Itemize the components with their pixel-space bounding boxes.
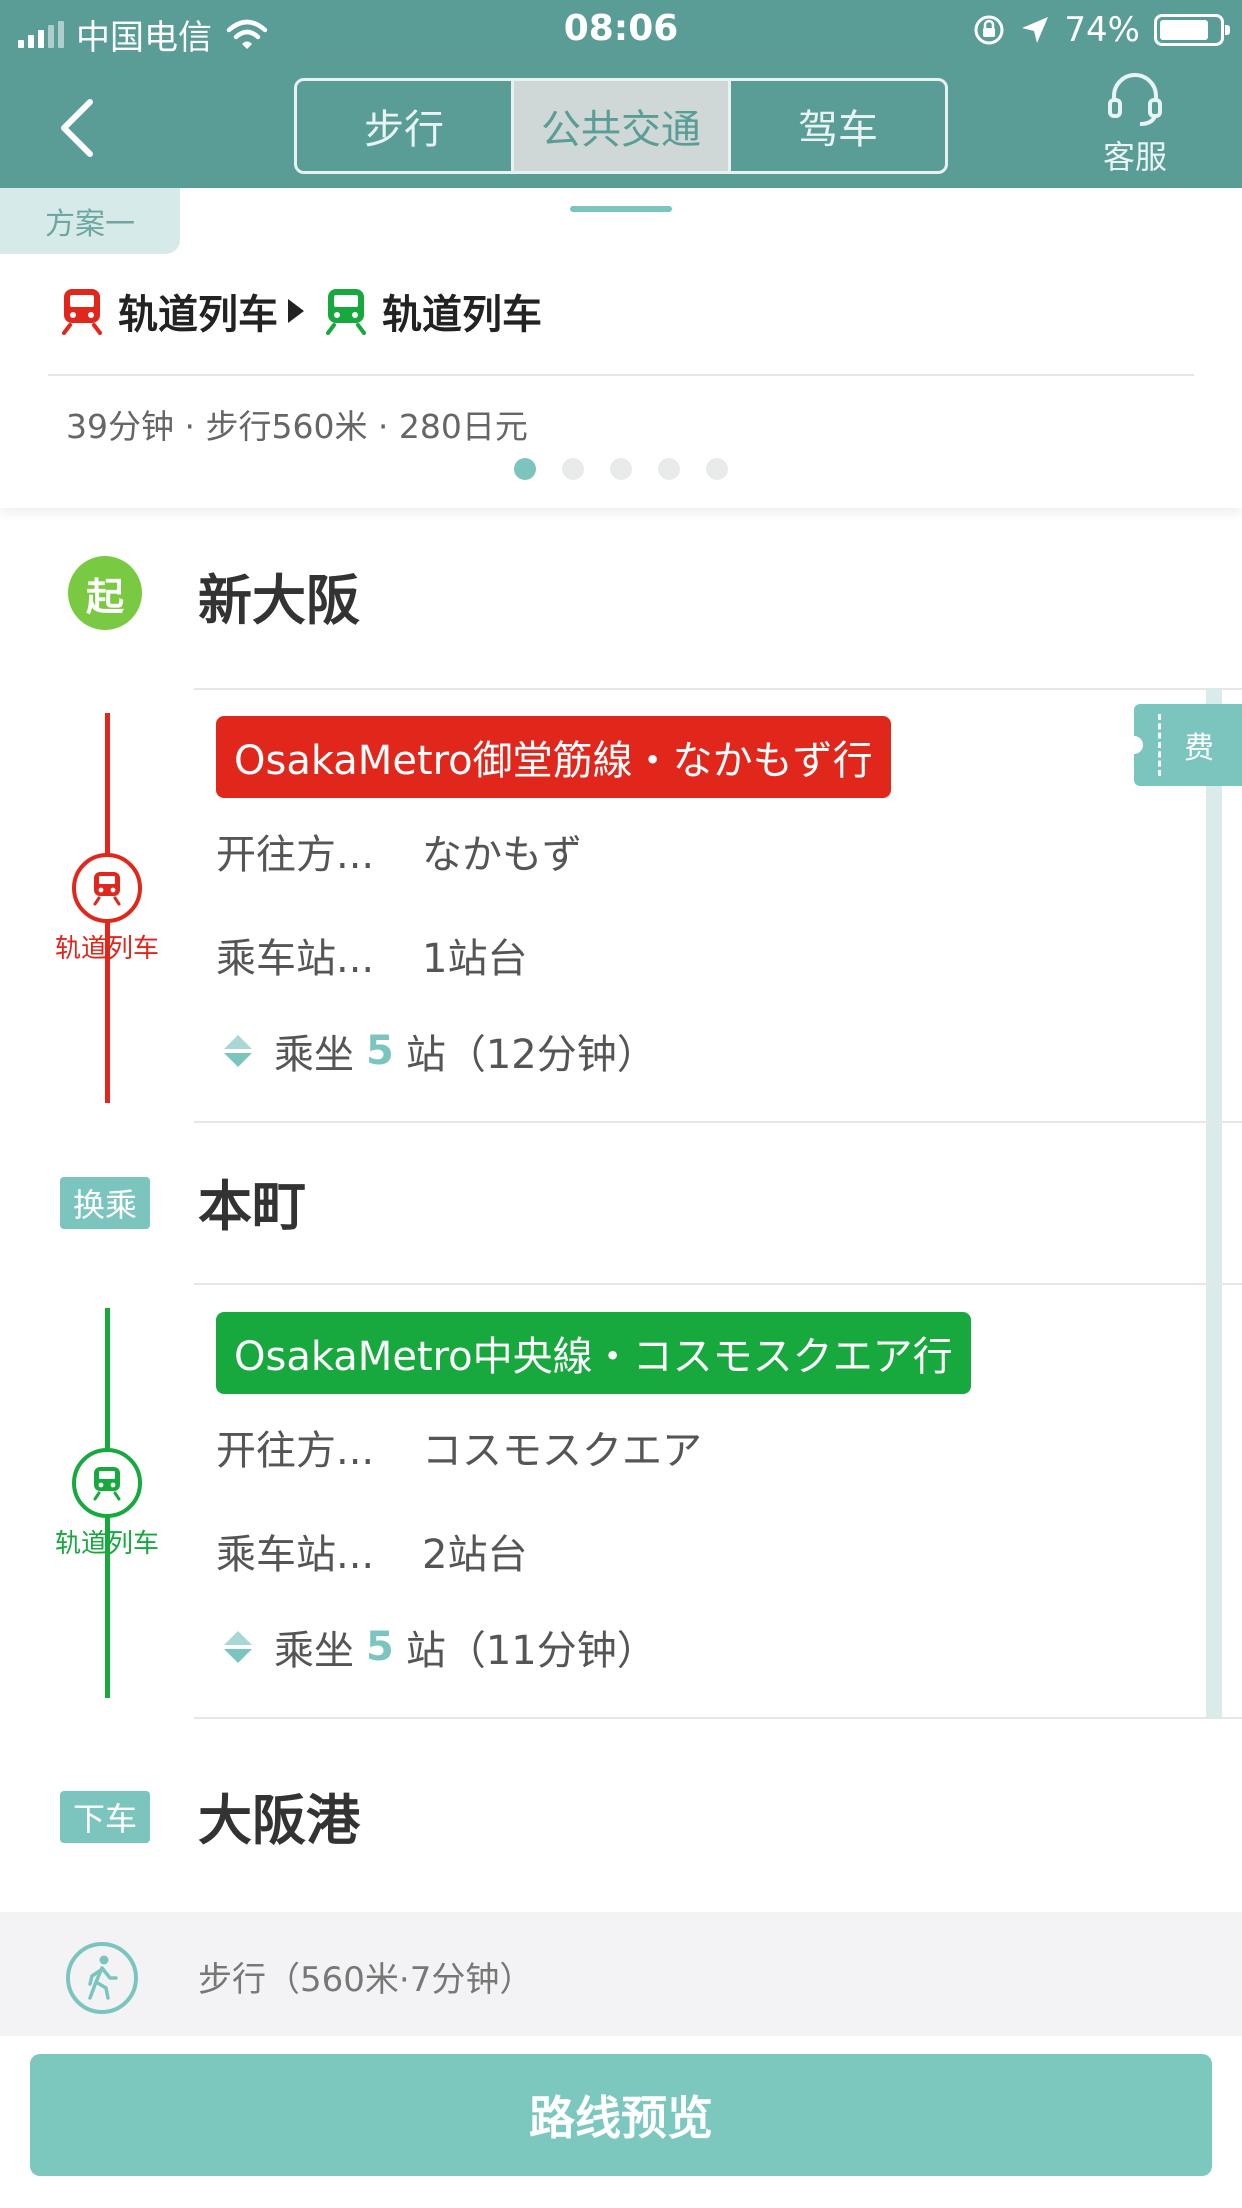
direction-row: 开往方... コスモスクエア — [216, 1418, 702, 1476]
expand-toggle-icon — [224, 1035, 252, 1067]
line-name-badge[interactable]: OsakaMetro中央線・コスモスクエア行 — [216, 1312, 971, 1394]
pager-dot[interactable] — [562, 458, 584, 480]
direction-value: コスモスクエア — [422, 1428, 702, 1474]
arrow-right-icon — [288, 299, 304, 323]
plan-pager[interactable] — [0, 458, 1242, 480]
divider — [194, 688, 1242, 690]
walk-icon — [66, 1942, 138, 2014]
direction-row: 开往方... なかもず — [216, 822, 582, 880]
rotation-lock-icon — [974, 15, 1004, 45]
plan-summary: 39分钟 · 步行560米 · 280日元 — [66, 407, 528, 446]
route-mode-1: 轨道列车 — [118, 292, 278, 338]
expand-toggle-icon — [224, 1631, 252, 1663]
ride-prefix: 乘坐 — [274, 1032, 354, 1078]
train-icon — [62, 289, 102, 335]
train-icon — [72, 853, 142, 923]
alight-badge: 下车 — [60, 1791, 150, 1843]
direction-value: なかもず — [422, 832, 582, 878]
pager-dot[interactable] — [658, 458, 680, 480]
tab-driving[interactable]: 驾车 — [731, 81, 945, 171]
platform-key: 乘车站... — [216, 936, 375, 982]
fee-button[interactable]: 费 — [1125, 704, 1242, 786]
divider — [48, 374, 1194, 376]
walk-segment[interactable]: 步行（560米·7分钟） — [0, 1912, 1242, 2038]
direction-key: 开往方... — [216, 1428, 375, 1474]
walk-text: 步行（560米·7分钟） — [198, 1960, 534, 2000]
headset-icon — [1108, 73, 1162, 126]
back-arrow-icon[interactable] — [52, 96, 112, 160]
pager-dot[interactable] — [706, 458, 728, 480]
divider — [194, 1717, 1242, 1719]
tab-public-transit[interactable]: 公共交通 — [514, 81, 731, 171]
transfer-station: 本町 — [198, 1175, 306, 1238]
tab-walking[interactable]: 步行 — [297, 81, 514, 171]
platform-key: 乘车站... — [216, 1532, 375, 1578]
location-arrow-icon — [1022, 17, 1049, 43]
ride-stops-toggle[interactable]: 乘坐 5 站（12分钟） — [222, 1022, 657, 1080]
status-bar: 中国电信 08:06 74% — [0, 0, 1242, 62]
ride-stop-count: 5 — [366, 1624, 394, 1670]
plan-tag: 方案一 — [0, 188, 180, 254]
ride-suffix: 站（12分钟） — [405, 1032, 657, 1078]
transfer-badge: 换乘 — [60, 1177, 150, 1229]
line-name-badge[interactable]: OsakaMetro御堂筋線・なかもず行 — [216, 716, 891, 798]
battery-percent: 74% — [1064, 10, 1140, 50]
ride-prefix: 乘坐 — [274, 1628, 354, 1674]
customer-service-button[interactable]: 客服 — [1090, 72, 1180, 178]
divider — [194, 1283, 1242, 1285]
pager-dot[interactable] — [514, 458, 536, 480]
pager-dot[interactable] — [610, 458, 632, 480]
customer-service-label: 客服 — [1102, 138, 1167, 176]
top-header: 中国电信 08:06 74% 步行 公共交通 驾车 客服 — [0, 0, 1242, 188]
travel-mode-tabs: 步行 公共交通 驾车 — [294, 78, 948, 174]
ride-stops-toggle[interactable]: 乘坐 5 站（11分钟） — [222, 1618, 657, 1676]
direction-key: 开往方... — [216, 832, 375, 878]
leg-mode-label: 轨道列车 — [54, 1529, 159, 1559]
ride-suffix: 站（11分钟） — [405, 1628, 657, 1674]
platform-row: 乘车站... 1站台 — [216, 926, 527, 984]
train-icon — [72, 1448, 142, 1518]
bottom-bar: 路线预览 — [0, 2036, 1242, 2208]
start-badge: 起 — [68, 556, 142, 630]
fee-label: 费 — [1184, 731, 1214, 766]
fee-rail — [1206, 688, 1222, 1718]
drag-handle[interactable] — [570, 206, 672, 212]
battery-icon — [1154, 14, 1230, 46]
leg-mode-label: 轨道列车 — [54, 934, 159, 964]
end-station: 大阪港 — [198, 1789, 360, 1852]
status-right: 74% — [972, 10, 1230, 50]
platform-row: 乘车站... 2站台 — [216, 1522, 527, 1580]
plan-card[interactable]: 方案一 轨道列车 轨道列车 39分钟 · 步行560米 · 280日元 — [0, 188, 1242, 508]
train-icon — [326, 289, 366, 335]
route-preview-button[interactable]: 路线预览 — [30, 2054, 1212, 2176]
route-detail: 起 新大阪 费 轨道列车 OsakaMetro御堂筋線・なかもず行 开往方...… — [0, 508, 1242, 2038]
platform-value: 2站台 — [422, 1532, 528, 1578]
route-mode-2: 轨道列车 — [382, 292, 542, 338]
platform-value: 1站台 — [422, 936, 528, 982]
start-station: 新大阪 — [198, 569, 360, 632]
route-mode-summary: 轨道列车 轨道列车 — [60, 282, 542, 340]
divider — [194, 1121, 1242, 1123]
ride-stop-count: 5 — [366, 1028, 394, 1074]
